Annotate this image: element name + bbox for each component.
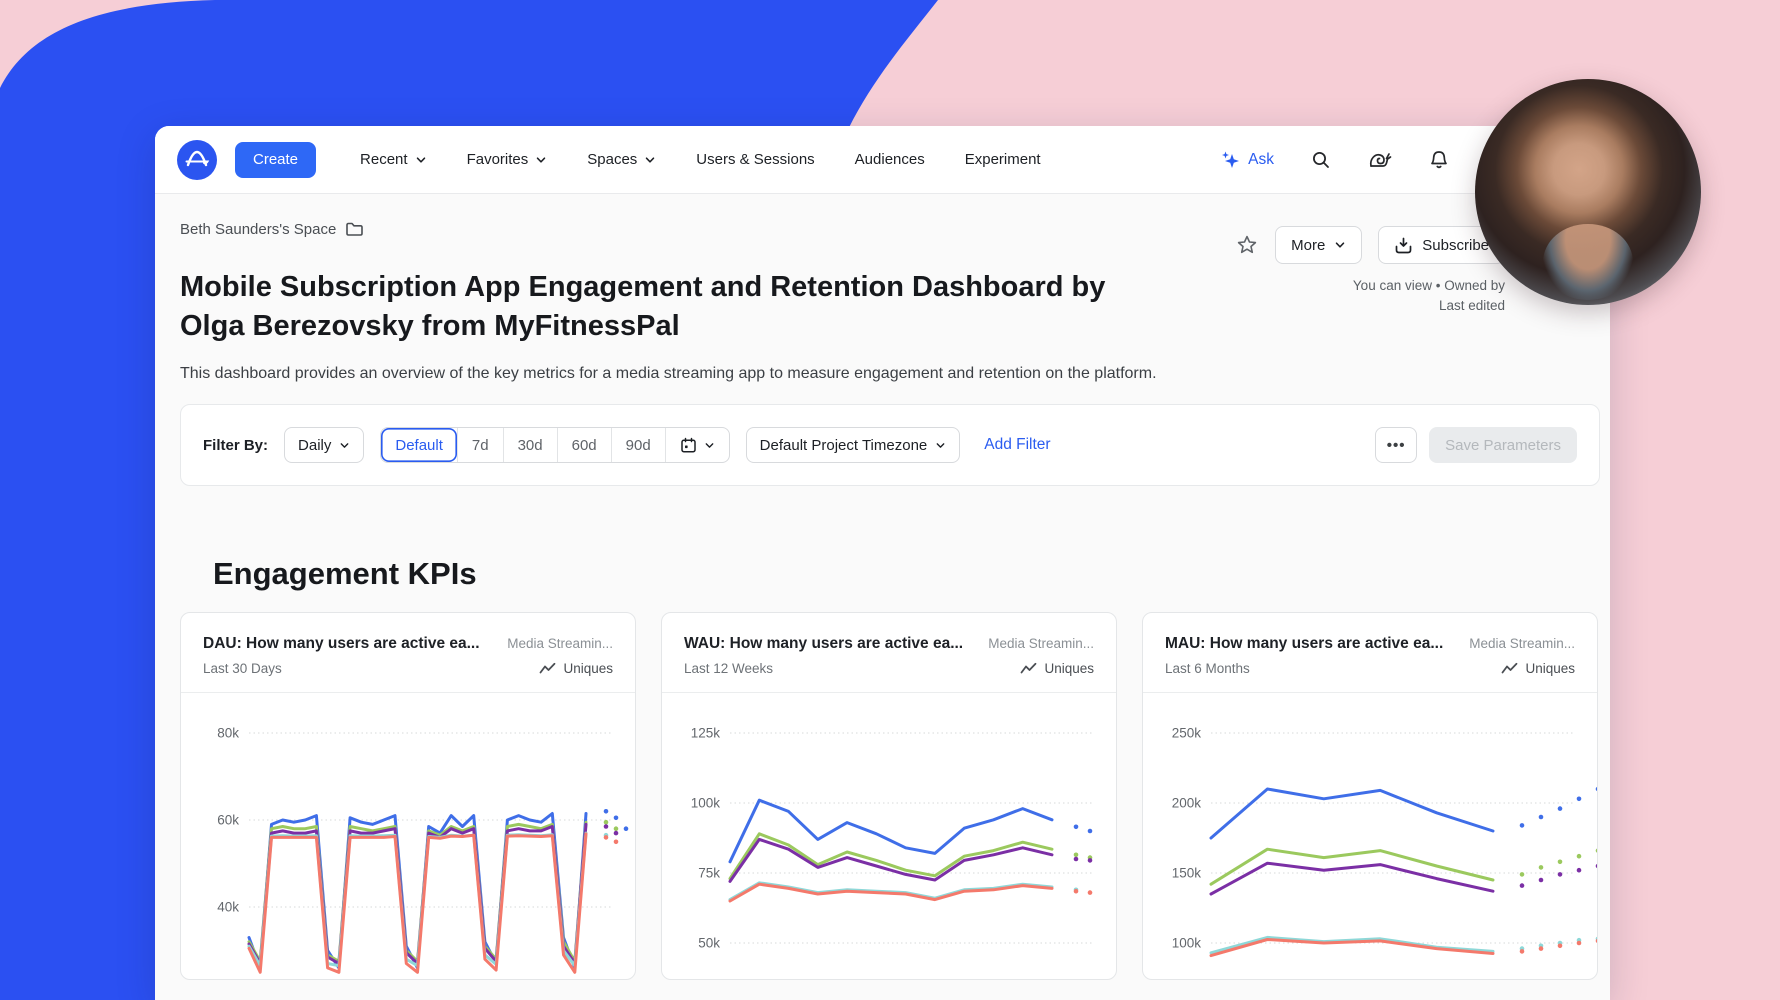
line-chart-icon [1020, 662, 1037, 675]
mau-chart[interactable]: 250k 200k 150k 100k [1143, 693, 1597, 979]
card-source: Media Streamin... [988, 636, 1094, 651]
date-range-segmented-control: Default 7d 30d 60d 90d [380, 427, 729, 463]
range-segment-default[interactable]: Default [381, 428, 457, 462]
last-edited-text: Last edited [1235, 296, 1505, 316]
more-button[interactable]: More [1275, 226, 1362, 264]
filter-bar: Filter By: Daily Default 7d 30d 60d 90d [180, 404, 1600, 486]
nav-right: Ask [1220, 149, 1450, 171]
nav-item-favorites[interactable]: Favorites [467, 151, 548, 168]
card-range: Last 30 Days [203, 661, 282, 676]
add-filter-link[interactable]: Add Filter [984, 436, 1050, 454]
page-description: This dashboard provides an overview of t… [180, 365, 1600, 383]
nav-item-spaces[interactable]: Spaces [587, 151, 656, 168]
card-metric: Uniques [539, 661, 613, 676]
section-title: Engagement KPIs [213, 556, 1600, 592]
dau-chart[interactable]: 80k 60k 40k [181, 693, 635, 979]
timezone-dropdown[interactable]: Default Project Timezone [746, 427, 961, 463]
calendar-icon [680, 437, 697, 454]
svg-text:75k: 75k [698, 866, 720, 881]
page-title: Mobile Subscription App Engagement and R… [180, 268, 1140, 346]
svg-text:80k: 80k [217, 726, 239, 741]
user-avatar[interactable] [1475, 79, 1701, 305]
whats-new-button[interactable] [1368, 149, 1392, 171]
nav-items: Recent Favorites Spaces Users & Sessions… [360, 151, 1041, 168]
range-segment-30d[interactable]: 30d [503, 428, 557, 462]
chevron-down-icon [339, 440, 350, 451]
card-title[interactable]: MAU: How many users are active ea... [1165, 635, 1443, 653]
chevron-down-icon [535, 154, 547, 166]
kpi-cards-row: DAU: How many users are active ea... Med… [180, 612, 1600, 980]
card-range: Last 6 Months [1165, 661, 1250, 676]
app-window: Create Recent Favorites Spaces Users & S… [155, 126, 1610, 1000]
line-chart-icon [1501, 662, 1518, 675]
range-segment-7d[interactable]: 7d [457, 428, 503, 462]
star-icon [1235, 233, 1259, 257]
create-button[interactable]: Create [235, 142, 316, 178]
permission-text: You can view • Owned by [1235, 276, 1505, 296]
chevron-down-icon [644, 154, 656, 166]
range-segment-90d[interactable]: 90d [611, 428, 665, 462]
nav-item-audiences[interactable]: Audiences [855, 151, 925, 168]
chevron-down-icon [935, 440, 946, 451]
card-range: Last 12 Weeks [684, 661, 773, 676]
svg-text:100k: 100k [691, 796, 721, 811]
notifications-button[interactable] [1428, 149, 1450, 171]
breadcrumb-label: Beth Saunders's Space [180, 221, 336, 238]
nav-item-experiment[interactable]: Experiment [965, 151, 1041, 168]
page-body: More Subscribe You can view • Owned by L… [155, 212, 1610, 980]
header-right: More Subscribe You can view • Owned by L… [1235, 226, 1505, 316]
chevron-down-icon [415, 154, 427, 166]
svg-text:60k: 60k [217, 813, 239, 828]
search-icon [1310, 149, 1332, 171]
top-nav: Create Recent Favorites Spaces Users & S… [155, 126, 1610, 194]
svg-text:100k: 100k [1172, 936, 1202, 951]
bell-icon [1428, 149, 1450, 171]
card-metric: Uniques [1501, 661, 1575, 676]
chevron-down-icon [1334, 239, 1346, 251]
card-metric: Uniques [1020, 661, 1094, 676]
svg-text:40k: 40k [217, 900, 239, 915]
svg-text:150k: 150k [1172, 866, 1202, 881]
svg-text:200k: 200k [1172, 796, 1202, 811]
filter-by-label: Filter By: [203, 437, 268, 454]
ask-button[interactable]: Ask [1220, 150, 1274, 170]
nav-item-users-sessions[interactable]: Users & Sessions [696, 151, 814, 168]
more-options-button[interactable]: ••• [1375, 427, 1417, 463]
svg-text:50k: 50k [698, 936, 720, 951]
calendar-segment[interactable] [665, 428, 729, 462]
kpi-card-dau[interactable]: DAU: How many users are active ea... Med… [180, 612, 636, 980]
page-background: { "background": { "page_color": "#f6ced6… [0, 0, 1780, 1000]
search-button[interactable] [1310, 149, 1332, 171]
save-parameters-button[interactable]: Save Parameters [1429, 427, 1577, 463]
card-title[interactable]: WAU: How many users are active ea... [684, 635, 963, 653]
range-segment-60d[interactable]: 60d [557, 428, 611, 462]
subscribe-inbox-icon [1394, 236, 1413, 255]
nav-item-recent[interactable]: Recent [360, 151, 427, 168]
kpi-card-mau[interactable]: MAU: How many users are active ea... Med… [1142, 612, 1598, 980]
amplitude-logo-icon[interactable] [177, 140, 217, 180]
kpi-card-wau[interactable]: WAU: How many users are active ea... Med… [661, 612, 1117, 980]
svg-text:250k: 250k [1172, 726, 1202, 741]
snail-icon [1368, 149, 1392, 171]
card-title[interactable]: DAU: How many users are active ea... [203, 635, 480, 653]
favorite-star-button[interactable] [1235, 233, 1259, 257]
interval-dropdown[interactable]: Daily [284, 427, 364, 463]
svg-text:125k: 125k [691, 726, 721, 741]
folder-icon [345, 221, 364, 238]
card-source: Media Streamin... [507, 636, 613, 651]
line-chart-icon [539, 662, 556, 675]
sparkle-icon [1220, 150, 1240, 170]
wau-chart[interactable]: 125k 100k 75k 50k [662, 693, 1116, 979]
chevron-down-icon [704, 440, 715, 451]
card-source: Media Streamin... [1469, 636, 1575, 651]
